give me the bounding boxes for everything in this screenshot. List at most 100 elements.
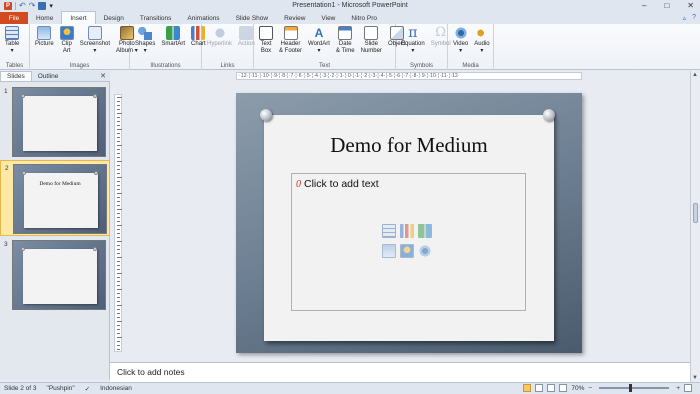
picture-icon: [37, 26, 52, 40]
tab-nitro-pro[interactable]: Nitro Pro: [343, 12, 385, 24]
table-button[interactable]: Table ▾: [2, 26, 22, 54]
ruler-tick: [117, 173, 120, 174]
slide-title[interactable]: Demo for Medium: [236, 133, 582, 158]
slide-thumbnail-3[interactable]: 3: [0, 237, 110, 313]
group-tables: Table ▾ Tables: [0, 24, 30, 70]
ruler-tick: [117, 113, 122, 114]
slide-preview: [12, 87, 106, 157]
insert-picture-icon[interactable]: [382, 243, 396, 258]
tab-animations[interactable]: Animations: [179, 12, 227, 24]
close-pane-icon[interactable]: ✕: [100, 72, 106, 80]
audio-dropdown: ▾: [480, 47, 484, 54]
header-footer-button[interactable]: Header & Footer: [276, 26, 305, 54]
zoom-level[interactable]: 70%: [571, 385, 584, 392]
ruler-tick: [117, 321, 122, 322]
ruler-tick: [117, 105, 120, 106]
slide-thumbnail-1[interactable]: 1: [0, 84, 110, 160]
tab-transitions[interactable]: Transitions: [132, 12, 180, 24]
slide-canvas[interactable]: Demo for Medium 0 Click to add text: [236, 93, 582, 353]
fit-to-window-icon[interactable]: [684, 384, 692, 392]
notes-pane[interactable]: Click to add notes: [110, 362, 690, 382]
hyperlink-button[interactable]: Hyperlink: [204, 26, 235, 48]
scroll-up-icon[interactable]: ▲: [692, 72, 698, 78]
symbol-icon: Ω: [435, 25, 447, 40]
insert-media-icon[interactable]: [418, 243, 432, 258]
content-placeholder[interactable]: 0 Click to add text: [291, 173, 526, 311]
ruler-tick: [117, 329, 120, 330]
tab-slide-show[interactable]: Slide Show: [228, 12, 277, 24]
smartart-button[interactable]: SmartArt: [158, 26, 188, 48]
minimize-ribbon-icon[interactable]: ▵: [683, 14, 687, 22]
tab-view[interactable]: View: [313, 12, 343, 24]
insert-table-icon[interactable]: [382, 224, 396, 238]
slide-sorter-icon[interactable]: [535, 384, 544, 392]
ruler-tick: [117, 121, 120, 122]
tab-review[interactable]: Review: [276, 12, 313, 24]
language-indicator[interactable]: Indonesian: [100, 385, 132, 392]
ruler-tick: [117, 189, 120, 190]
zoom-slider[interactable]: [599, 384, 670, 392]
text-box-button[interactable]: Text Box: [256, 26, 276, 54]
scroll-down-icon[interactable]: ▼: [692, 375, 698, 381]
close-icon[interactable]: ✕: [687, 1, 694, 10]
video-button[interactable]: Video ▾: [450, 26, 471, 54]
table-icon: [5, 26, 20, 40]
clip-art-button[interactable]: Clip Art: [57, 26, 77, 54]
tab-file[interactable]: File: [0, 12, 28, 24]
ruler-tick: [117, 125, 120, 126]
tab-insert[interactable]: Insert: [61, 11, 96, 24]
reading-view-icon[interactable]: [547, 384, 556, 392]
pane-tabs: Slides Outline ✕: [0, 71, 110, 82]
screenshot-button[interactable]: Screenshot ▾: [77, 26, 113, 54]
minimize-icon[interactable]: –: [642, 1, 646, 10]
bullet-line: 0 Click to add text: [296, 178, 379, 190]
screenshot-icon: [87, 26, 102, 40]
tab-design[interactable]: Design: [96, 12, 132, 24]
date-time-button[interactable]: Date & Time: [333, 26, 358, 54]
ruler-tick: [117, 341, 120, 342]
ruler-tick: [117, 141, 120, 142]
zoom-slider-knob[interactable]: [629, 384, 633, 392]
zoom-in-icon[interactable]: +: [676, 385, 680, 392]
ruler-tick: [117, 313, 120, 314]
insert-smartart-icon[interactable]: [418, 224, 432, 238]
status-bar: Slide 2 of 3 "Pushpin" ✓ Indonesian 70% …: [0, 382, 700, 394]
ruler-tick: [117, 161, 122, 162]
vertical-ruler[interactable]: [114, 94, 122, 352]
picture-button[interactable]: Picture: [32, 26, 57, 48]
audio-button[interactable]: Audio ▾: [471, 26, 492, 54]
tab-home[interactable]: Home: [28, 12, 61, 24]
ruler-tick: [117, 205, 120, 206]
tab-outline[interactable]: Outline: [32, 72, 65, 81]
ruler-tick: [117, 109, 120, 110]
ruler-tick: [117, 137, 120, 138]
ruler-tick: [117, 237, 120, 238]
group-label-tables: Tables: [5, 63, 24, 69]
slide-show-icon[interactable]: [559, 384, 568, 392]
scrollbar-thumb[interactable]: [693, 203, 698, 223]
help-icon[interactable]: ?: [692, 14, 696, 22]
group-media: Video ▾ Audio ▾ Media: [448, 24, 494, 70]
tab-slides[interactable]: Slides: [0, 71, 32, 81]
shapes-button[interactable]: Shapes ▾: [132, 26, 158, 54]
zoom-out-icon[interactable]: −: [588, 385, 592, 392]
spellcheck-icon[interactable]: ✓: [85, 385, 90, 393]
group-symbols: π Equation ▾ Ω Symbol Symbols: [396, 24, 451, 70]
window-title: Presentation1 - Microsoft PowerPoint: [292, 2, 408, 9]
group-label-images: Images: [69, 63, 90, 69]
video-icon: [453, 26, 468, 40]
header-footer-icon: [283, 26, 298, 40]
ruler-tick: [117, 253, 120, 254]
vertical-scrollbar[interactable]: ▲ ▼: [690, 71, 700, 382]
equation-button[interactable]: π Equation ▾: [398, 26, 428, 54]
ruler-tick: [117, 233, 120, 234]
insert-clipart-icon[interactable]: [400, 243, 414, 258]
group-text: Text Box Header & Footer A WordArt ▾ Dat…: [254, 24, 405, 70]
insert-chart-icon[interactable]: [400, 224, 414, 238]
slide-thumbnail-2[interactable]: 2 Demo for Medium: [0, 160, 110, 236]
wordart-button[interactable]: A WordArt ▾: [305, 26, 333, 54]
slide-number-button[interactable]: Slide Number: [358, 26, 385, 54]
horizontal-ruler[interactable]: ·12·¦·11·¦·10·¦·9·¦·8·¦·7·¦·6·¦·5·¦·4·¦·…: [236, 72, 582, 80]
maximize-icon[interactable]: □: [664, 1, 669, 10]
normal-view-icon[interactable]: [523, 384, 532, 392]
